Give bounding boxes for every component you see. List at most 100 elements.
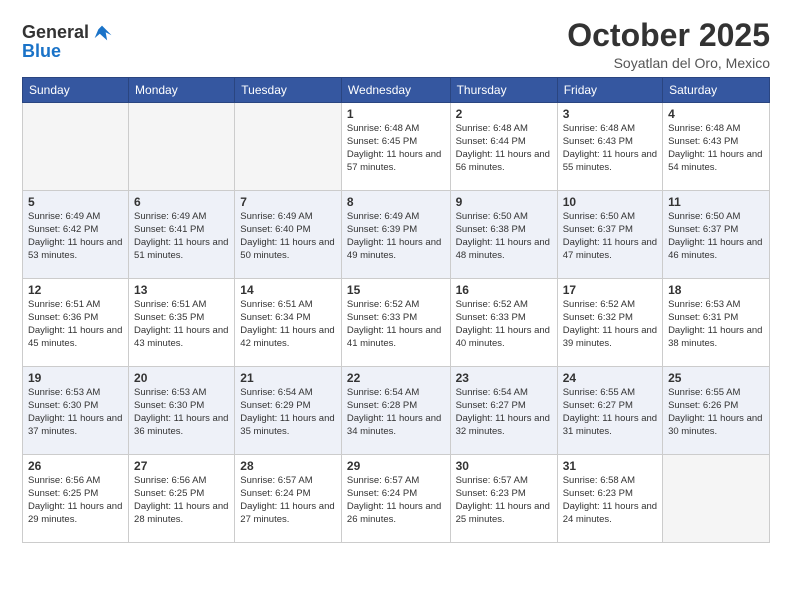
calendar-cell: 5 Sunrise: 6:49 AM Sunset: 6:42 PM Daylig…: [23, 191, 129, 279]
day-number: 31: [563, 459, 657, 473]
calendar-cell: 25 Sunrise: 6:55 AM Sunset: 6:26 PM Dayli…: [663, 367, 770, 455]
day-number: 25: [668, 371, 764, 385]
day-number: 21: [240, 371, 336, 385]
day-number: 23: [456, 371, 552, 385]
day-info: Sunrise: 6:54 AM Sunset: 6:27 PM Dayligh…: [456, 387, 552, 438]
day-number: 4: [668, 107, 764, 121]
column-header-sunday: Sunday: [23, 78, 129, 103]
column-header-thursday: Thursday: [450, 78, 557, 103]
day-info: Sunrise: 6:50 AM Sunset: 6:37 PM Dayligh…: [668, 211, 764, 262]
title-block: October 2025 Soyatlan del Oro, Mexico: [567, 18, 770, 71]
column-header-saturday: Saturday: [663, 78, 770, 103]
day-info: Sunrise: 6:53 AM Sunset: 6:31 PM Dayligh…: [668, 299, 764, 350]
month-title: October 2025: [567, 18, 770, 53]
calendar-cell: 13 Sunrise: 6:51 AM Sunset: 6:35 PM Dayli…: [129, 279, 235, 367]
day-number: 12: [28, 283, 123, 297]
logo-blue-text: Blue: [22, 42, 113, 62]
day-number: 30: [456, 459, 552, 473]
day-number: 24: [563, 371, 657, 385]
calendar-cell: 6 Sunrise: 6:49 AM Sunset: 6:41 PM Daylig…: [129, 191, 235, 279]
calendar-cell: [23, 103, 129, 191]
day-number: 14: [240, 283, 336, 297]
calendar-cell: 29Sunrise: 6:57 AM Sunset: 6:24 PM Dayli…: [341, 455, 450, 543]
day-info: Sunrise: 6:52 AM Sunset: 6:33 PM Dayligh…: [347, 299, 445, 350]
calendar-week-row: 1Sunrise: 6:48 AM Sunset: 6:45 PM Daylig…: [23, 103, 770, 191]
day-info: Sunrise: 6:52 AM Sunset: 6:33 PM Dayligh…: [456, 299, 552, 350]
calendar-cell: 12 Sunrise: 6:51 AM Sunset: 6:36 PM Dayli…: [23, 279, 129, 367]
day-info: Sunrise: 6:54 AM Sunset: 6:28 PM Dayligh…: [347, 387, 445, 438]
logo: General Blue: [22, 22, 113, 62]
day-info: Sunrise: 6:49 AM Sunset: 6:41 PM Dayligh…: [134, 211, 229, 262]
day-number: 5: [28, 195, 123, 209]
day-info: Sunrise: 6:51 AM Sunset: 6:35 PM Dayligh…: [134, 299, 229, 350]
calendar-cell: 8Sunrise: 6:49 AM Sunset: 6:39 PM Daylig…: [341, 191, 450, 279]
day-info: Sunrise: 6:49 AM Sunset: 6:42 PM Dayligh…: [28, 211, 123, 262]
day-number: 19: [28, 371, 123, 385]
day-number: 2: [456, 107, 552, 121]
header: General Blue October 2025 Soyatlan del O…: [22, 18, 770, 71]
day-number: 29: [347, 459, 445, 473]
day-info: Sunrise: 6:48 AM Sunset: 6:43 PM Dayligh…: [668, 123, 764, 174]
day-number: 7: [240, 195, 336, 209]
day-number: 26: [28, 459, 123, 473]
calendar-cell: 21 Sunrise: 6:54 AM Sunset: 6:29 PM Dayli…: [235, 367, 342, 455]
calendar-cell: 3 Sunrise: 6:48 AM Sunset: 6:43 PM Daylig…: [557, 103, 662, 191]
calendar-cell: 7 Sunrise: 6:49 AM Sunset: 6:40 PM Daylig…: [235, 191, 342, 279]
calendar-cell: 2Sunrise: 6:48 AM Sunset: 6:44 PM Daylig…: [450, 103, 557, 191]
calendar-cell: 15 Sunrise: 6:52 AM Sunset: 6:33 PM Dayli…: [341, 279, 450, 367]
day-number: 13: [134, 283, 229, 297]
calendar-cell: 1Sunrise: 6:48 AM Sunset: 6:45 PM Daylig…: [341, 103, 450, 191]
calendar-cell: [129, 103, 235, 191]
day-number: 1: [347, 107, 445, 121]
day-info: Sunrise: 6:48 AM Sunset: 6:43 PM Dayligh…: [563, 123, 657, 174]
day-number: 20: [134, 371, 229, 385]
calendar: SundayMondayTuesdayWednesdayThursdayFrid…: [22, 77, 770, 543]
day-info: Sunrise: 6:51 AM Sunset: 6:36 PM Dayligh…: [28, 299, 123, 350]
column-header-friday: Friday: [557, 78, 662, 103]
day-info: Sunrise: 6:55 AM Sunset: 6:26 PM Dayligh…: [668, 387, 764, 438]
logo-bird-icon: [91, 22, 113, 44]
calendar-cell: 4 Sunrise: 6:48 AM Sunset: 6:43 PM Daylig…: [663, 103, 770, 191]
day-number: 15: [347, 283, 445, 297]
page: General Blue October 2025 Soyatlan del O…: [0, 0, 792, 553]
calendar-cell: 22Sunrise: 6:54 AM Sunset: 6:28 PM Dayli…: [341, 367, 450, 455]
column-header-monday: Monday: [129, 78, 235, 103]
day-number: 28: [240, 459, 336, 473]
day-number: 17: [563, 283, 657, 297]
day-info: Sunrise: 6:53 AM Sunset: 6:30 PM Dayligh…: [134, 387, 229, 438]
calendar-week-row: 26 Sunrise: 6:56 AM Sunset: 6:25 PM Dayli…: [23, 455, 770, 543]
column-header-tuesday: Tuesday: [235, 78, 342, 103]
calendar-week-row: 5 Sunrise: 6:49 AM Sunset: 6:42 PM Daylig…: [23, 191, 770, 279]
calendar-cell: 17 Sunrise: 6:52 AM Sunset: 6:32 PM Dayli…: [557, 279, 662, 367]
calendar-cell: 16Sunrise: 6:52 AM Sunset: 6:33 PM Dayli…: [450, 279, 557, 367]
day-info: Sunrise: 6:57 AM Sunset: 6:23 PM Dayligh…: [456, 475, 552, 526]
calendar-cell: 27Sunrise: 6:56 AM Sunset: 6:25 PM Dayli…: [129, 455, 235, 543]
calendar-cell: 24 Sunrise: 6:55 AM Sunset: 6:27 PM Dayli…: [557, 367, 662, 455]
calendar-cell: 11 Sunrise: 6:50 AM Sunset: 6:37 PM Dayli…: [663, 191, 770, 279]
day-number: 18: [668, 283, 764, 297]
day-info: Sunrise: 6:52 AM Sunset: 6:32 PM Dayligh…: [563, 299, 657, 350]
day-info: Sunrise: 6:51 AM Sunset: 6:34 PM Dayligh…: [240, 299, 336, 350]
calendar-cell: 9Sunrise: 6:50 AM Sunset: 6:38 PM Daylig…: [450, 191, 557, 279]
calendar-cell: 18 Sunrise: 6:53 AM Sunset: 6:31 PM Dayli…: [663, 279, 770, 367]
day-info: Sunrise: 6:50 AM Sunset: 6:37 PM Dayligh…: [563, 211, 657, 262]
day-info: Sunrise: 6:56 AM Sunset: 6:25 PM Dayligh…: [134, 475, 229, 526]
calendar-header-row: SundayMondayTuesdayWednesdayThursdayFrid…: [23, 78, 770, 103]
calendar-cell: 26Sunrise: 6:56 AM Sunset: 6:25 PM Dayli…: [23, 455, 129, 543]
day-number: 6: [134, 195, 229, 209]
column-header-wednesday: Wednesday: [341, 78, 450, 103]
day-info: Sunrise: 6:50 AM Sunset: 6:38 PM Dayligh…: [456, 211, 552, 262]
day-info: Sunrise: 6:58 AM Sunset: 6:23 PM Dayligh…: [563, 475, 657, 526]
day-number: 3: [563, 107, 657, 121]
day-info: Sunrise: 6:53 AM Sunset: 6:30 PM Dayligh…: [28, 387, 123, 438]
calendar-cell: 20 Sunrise: 6:53 AM Sunset: 6:30 PM Dayli…: [129, 367, 235, 455]
calendar-cell: [235, 103, 342, 191]
day-number: 8: [347, 195, 445, 209]
calendar-week-row: 12 Sunrise: 6:51 AM Sunset: 6:36 PM Dayli…: [23, 279, 770, 367]
day-number: 10: [563, 195, 657, 209]
day-info: Sunrise: 6:49 AM Sunset: 6:40 PM Dayligh…: [240, 211, 336, 262]
day-info: Sunrise: 6:54 AM Sunset: 6:29 PM Dayligh…: [240, 387, 336, 438]
calendar-cell: [663, 455, 770, 543]
day-number: 11: [668, 195, 764, 209]
day-info: Sunrise: 6:55 AM Sunset: 6:27 PM Dayligh…: [563, 387, 657, 438]
